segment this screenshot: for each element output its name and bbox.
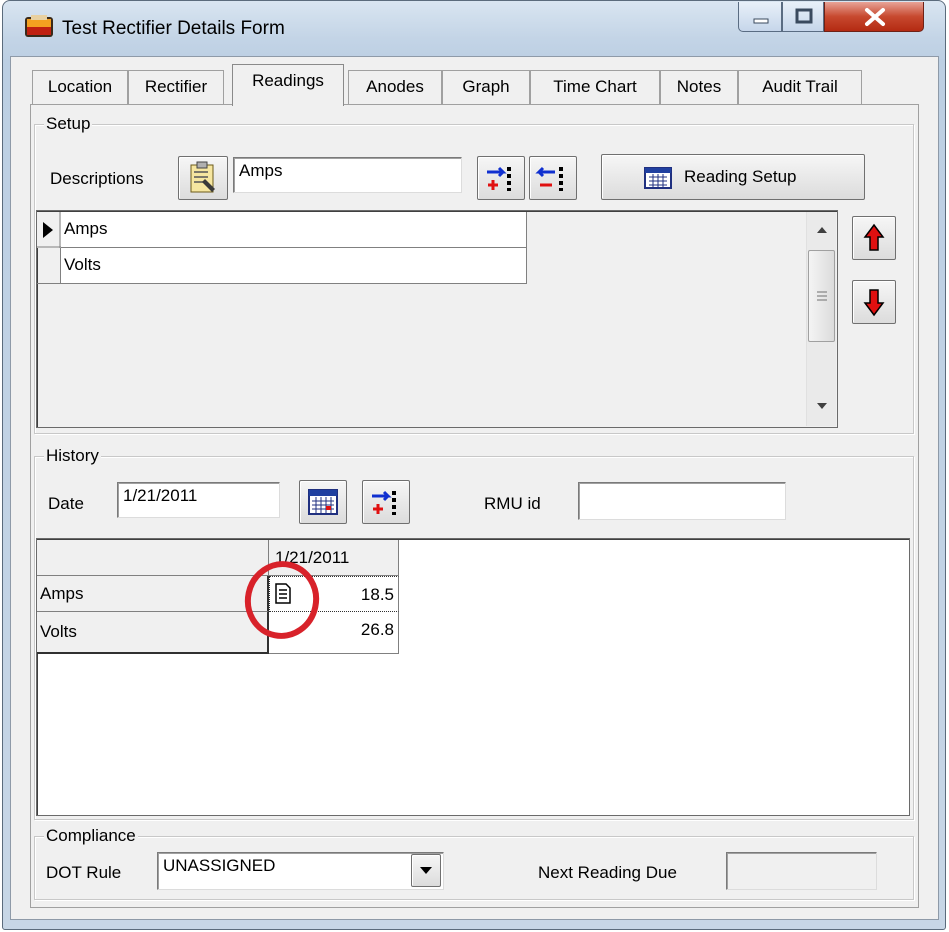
tab-location[interactable]: Location [32,70,128,104]
calendar-icon [308,489,338,515]
compliance-legend: Compliance [44,826,138,846]
add-reading-button[interactable] [362,480,410,524]
move-down-button[interactable] [852,280,896,324]
scroll-thumb[interactable] [808,250,835,342]
tab-label: Audit Trail [762,77,838,96]
grid-corner [37,540,269,576]
grip-icon [817,291,827,301]
dot-rule-select[interactable]: UNASSIGNED [157,852,444,890]
reading-setup-button[interactable]: Reading Setup [601,154,865,200]
scroll-down-icon[interactable] [816,402,828,410]
arrow-up-icon [863,223,885,251]
descriptions-lookup-button[interactable] [178,156,228,200]
maximize-button[interactable] [782,2,824,32]
tab-label: Time Chart [553,77,637,96]
descriptions-value: Amps [239,161,283,180]
clipboard-icon [190,161,215,193]
row-header: Volts [37,612,269,654]
rmu-id-field[interactable] [578,482,786,520]
setup-legend: Setup [44,114,93,134]
close-icon [865,8,885,26]
dot-rule-value: UNASSIGNED [163,856,276,875]
scroll-up-icon[interactable] [816,226,828,234]
chevron-down-icon [420,867,432,874]
tab-notes[interactable]: Notes [660,70,738,104]
tab-audit-trail[interactable]: Audit Trail [738,70,862,104]
arrow-down-icon [863,289,885,317]
calendar-icon [644,167,672,189]
row-indicator [37,212,61,248]
window-title: Test Rectifier Details Form [62,18,285,39]
grid-cell-text: Volts [64,255,101,274]
row-label: Volts [40,622,77,641]
descriptions-field[interactable]: Amps [233,157,462,193]
descriptions-label: Descriptions [50,169,144,188]
date-label: Date [48,494,84,513]
reading-value: 26.8 [360,620,394,639]
tab-label: Rectifier [144,77,208,96]
date-picker-button[interactable] [299,480,347,524]
date-value: 1/21/2011 [123,486,198,505]
dot-rule-label: DOT Rule [46,863,122,882]
remove-description-button[interactable] [529,156,577,200]
tab-rectifier[interactable]: Rectifier [128,70,224,104]
next-reading-due-field [726,852,877,890]
reading-setup-label: Reading Setup [684,167,797,186]
tab-label: Readings [252,71,324,90]
date-field[interactable]: 1/21/2011 [117,482,280,518]
tab-label: Notes [676,77,722,96]
move-up-button[interactable] [852,216,896,260]
history-legend: History [44,446,101,466]
tab-label: Graph [462,77,510,96]
vertical-scrollbar[interactable] [806,212,836,426]
tab-readings[interactable]: Readings [232,64,344,106]
row-header: Amps [37,576,269,612]
dropdown-button[interactable] [411,854,441,887]
close-button[interactable] [824,2,924,32]
grid-row[interactable]: Amps [61,212,527,248]
app-icon [24,14,54,40]
annotation-circle [244,561,320,639]
add-row-icon [487,166,511,191]
tab-anodes[interactable]: Anodes [348,70,442,104]
row-pointer-icon [37,212,61,248]
reading-value: 18.5 [360,585,394,604]
grid-row[interactable]: Volts [61,248,527,284]
minimize-button[interactable] [738,2,782,32]
grid-cell-text: Amps [64,219,108,238]
row-header [37,248,61,284]
add-row-icon [372,490,396,515]
add-description-button[interactable] [477,156,525,200]
tab-label: Location [47,77,113,96]
tab-time-chart[interactable]: Time Chart [530,70,660,104]
next-reading-due-label: Next Reading Due [538,863,677,882]
tab-label: Anodes [366,77,424,96]
rmu-id-label: RMU id [484,494,541,513]
row-label: Amps [40,584,84,603]
remove-row-icon [535,166,563,191]
tab-graph[interactable]: Graph [442,70,530,104]
